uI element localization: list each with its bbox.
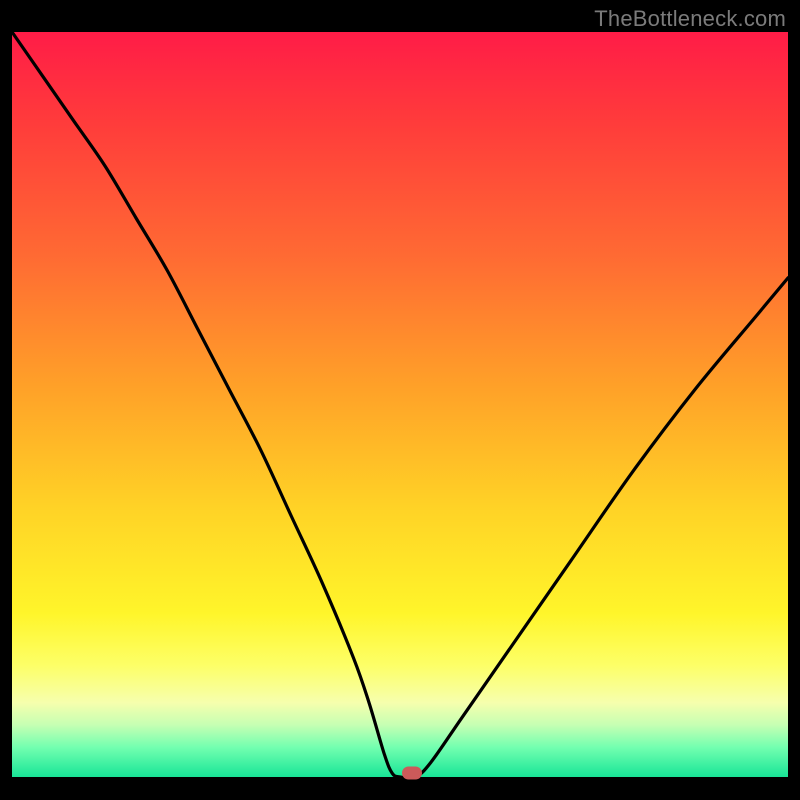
optimal-marker — [402, 767, 422, 780]
watermark-text: TheBottleneck.com — [594, 6, 786, 32]
bottleneck-curve — [12, 32, 788, 777]
chart-frame — [12, 32, 788, 788]
